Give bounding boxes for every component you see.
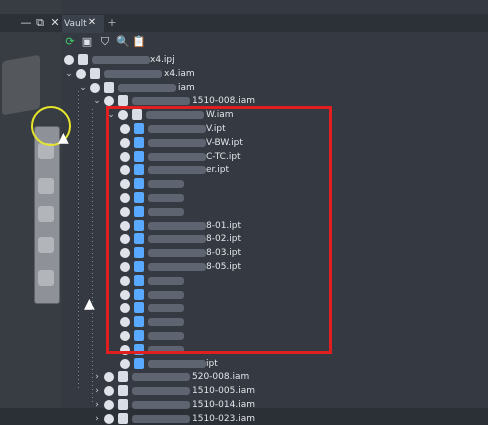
status-circle-icon [104, 372, 114, 383]
orbit-icon[interactable] [38, 237, 54, 253]
assembly-file-icon [118, 399, 128, 410]
tree-item-label: iam [178, 82, 195, 93]
part-file-icon [134, 357, 144, 369]
status-circle-icon [104, 96, 114, 107]
expand-chevron-icon[interactable]: ⌄ [78, 82, 88, 94]
pointer-cursor-icon: ▲ [84, 296, 95, 312]
tree-row[interactable]: › 1510-023.iam [92, 412, 464, 425]
tree-guide-line [78, 91, 79, 391]
tree-row[interactable]: › 1510-014.iam [92, 399, 464, 411]
status-circle-icon [104, 413, 114, 424]
document-icon[interactable]: ▣ [81, 35, 93, 49]
tree-row[interactable]: › 1510-005.iam [92, 385, 464, 397]
tree-row[interactable]: ipt [120, 357, 464, 370]
expand-chevron-icon[interactable]: › [92, 413, 102, 425]
expand-chevron-icon[interactable]: › [92, 385, 102, 397]
restore-icon[interactable]: ⧉ [34, 16, 46, 30]
tree-item-label: 520-008.iam [192, 372, 250, 383]
redacted-name [148, 359, 206, 368]
tree-row[interactable]: x4.ipj [64, 54, 464, 66]
status-circle-icon [104, 400, 114, 410]
add-tab-icon[interactable]: + [107, 16, 117, 30]
zoom-icon[interactable] [38, 206, 54, 222]
expand-chevron-icon[interactable]: › [92, 371, 102, 383]
pan-hand-icon[interactable] [38, 178, 54, 194]
redacted-name [118, 83, 176, 92]
tree-item-label: 1510-005.iam [192, 386, 255, 397]
status-circle-icon [90, 82, 100, 93]
tab-vault-label: Vault [64, 19, 87, 29]
close-window-icon[interactable]: ✕ [49, 16, 61, 30]
assembly-file-icon [118, 95, 128, 107]
redacted-name [132, 387, 190, 396]
tree-item-label: ipt [206, 358, 218, 369]
tree-guide-line [92, 109, 93, 404]
viewcube-icon[interactable] [2, 54, 40, 116]
assembly-file-icon [118, 385, 128, 397]
tree-row[interactable]: › 520-008.iam [92, 371, 464, 383]
status-circle-icon [76, 68, 86, 79]
clipboard-icon[interactable]: 📋 [132, 35, 146, 49]
tree-item-label: x4.ipj [150, 55, 175, 65]
tree-item-label: 1510-023.iam [192, 413, 255, 424]
tree-row[interactable]: ⌄ iam [78, 81, 464, 94]
minimize-icon[interactable]: — [20, 16, 32, 30]
pointer-cursor-icon: ▲ [58, 130, 69, 146]
project-file-icon [78, 54, 88, 65]
redacted-name [104, 69, 162, 78]
assembly-file-icon [118, 371, 128, 383]
status-circle-icon [104, 386, 114, 397]
redacted-name [132, 97, 190, 106]
filter-icon[interactable]: ⛉ [99, 35, 111, 49]
expand-chevron-icon[interactable]: ⌄ [92, 95, 102, 107]
refresh-icon[interactable]: ⟳ [64, 35, 76, 49]
expand-chevron-icon[interactable]: ⌄ [64, 68, 74, 80]
expand-chevron-icon[interactable]: › [92, 399, 102, 411]
redacted-name [132, 414, 190, 423]
look-at-icon[interactable] [38, 270, 54, 286]
status-circle-icon [64, 55, 74, 65]
redacted-name [92, 56, 150, 64]
tree-row[interactable]: ⌄ x4.iam [64, 67, 464, 80]
selection-highlight-box [106, 106, 332, 354]
assembly-file-icon [90, 67, 100, 79]
assembly-file-icon [104, 81, 114, 93]
assembly-file-icon [118, 412, 128, 424]
search-icon[interactable]: 🔍 [116, 35, 130, 49]
tree-item-label: x4.iam [164, 68, 195, 79]
close-tab-icon[interactable]: ✕ [86, 16, 98, 30]
status-circle-icon [120, 358, 130, 369]
tree-item-label: 1510-014.iam [192, 400, 255, 410]
redacted-name [132, 373, 190, 382]
